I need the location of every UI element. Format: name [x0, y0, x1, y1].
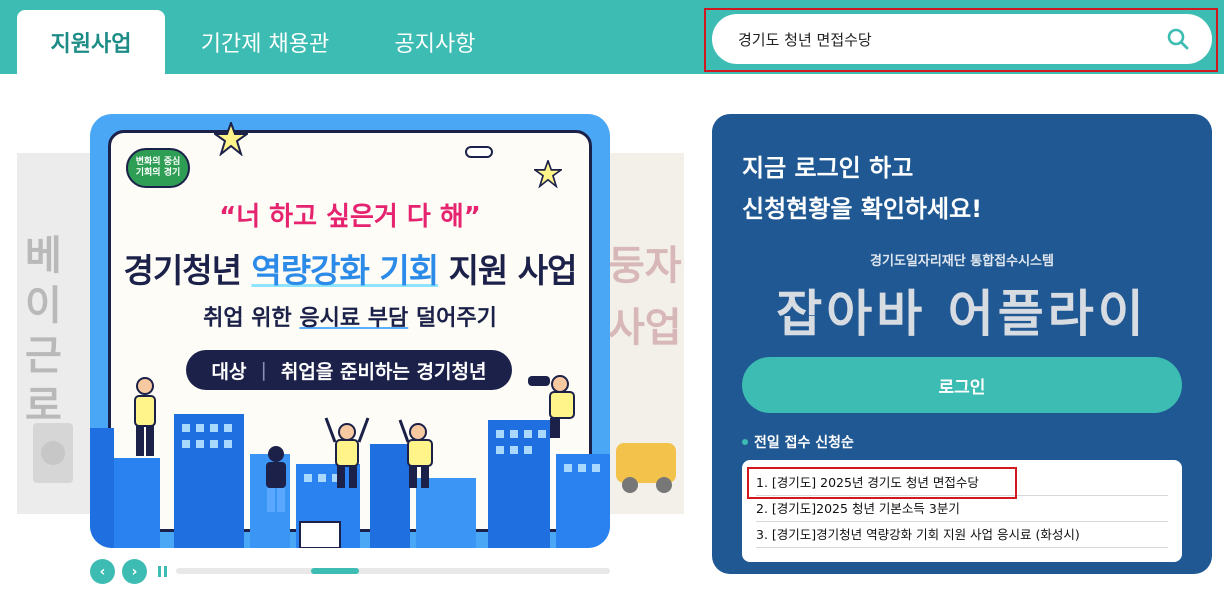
ranking-item-3[interactable]: 3. [경기도]경기청년 역량강화 기회 지원 사업 응시료 (화성시)	[756, 522, 1168, 548]
login-button[interactable]: 로그인	[742, 357, 1182, 413]
ranking-title: 전일 접수 신청순	[742, 432, 854, 452]
next-slide-text: 둥자 사업	[608, 243, 682, 351]
sparkle-icon	[214, 122, 248, 156]
banner-subtitle: 취업 위한 응시료 부담 덜어주기	[90, 300, 610, 332]
banner-quote: “너 하고 싶은거 다 해”	[219, 202, 481, 232]
ranking-item-2[interactable]: 2. [경기도]2025 청년 기본소득 3분기	[756, 496, 1168, 522]
tab-support-programs[interactable]: 지원사업	[17, 10, 165, 74]
login-panel: 지금 로그인 하고 신청현황을 확인하세요! 경기도일자리재단 통합접수시스템 …	[712, 114, 1212, 574]
target-label: 대상	[211, 360, 247, 383]
tab-fixed-term-jobs[interactable]: 기간제 채용관	[180, 10, 350, 74]
system-name-logo: 잡아바 어플라이	[776, 285, 1148, 343]
prev-slide-text: 베이 근로	[25, 233, 62, 429]
target-separator: |	[260, 359, 267, 381]
login-heading: 지금 로그인 하고 신청현황을 확인하세요!	[742, 148, 982, 230]
person-figure-icon	[134, 377, 156, 456]
person-figure-icon	[324, 417, 370, 488]
carousel-progress-track[interactable]	[176, 568, 610, 574]
person-figure-icon	[398, 419, 433, 488]
search-input[interactable]	[738, 30, 1148, 48]
banner-title-suffix: 지원 사업	[438, 251, 578, 290]
banner-title-highlight: 역량강화 기회	[251, 251, 439, 290]
banner-title: 경기청년 역량강화 기회 지원 사업	[90, 244, 610, 292]
ranking-item-highlight-box	[747, 467, 1017, 499]
carousel-pause-button[interactable]	[154, 562, 170, 580]
prev-slide-illustration	[33, 423, 73, 483]
target-value: 취업을 준비하는 경기청년	[280, 360, 487, 383]
carousel-prev-slide-peek[interactable]: 베이 근로	[17, 153, 97, 514]
next-slide-illustration	[616, 443, 676, 493]
tab-notices[interactable]: 공지사항	[370, 10, 500, 74]
banner-target-pill: 대상 | 취업을 준비하는 경기청년	[186, 350, 512, 390]
carousel-progress-indicator	[311, 568, 359, 574]
main-banner-slide[interactable]: 변화의 중심 기회의 경기 “너 하고 싶은거 다 해” 경기청년 역량강화 기…	[90, 114, 610, 548]
banner-subtitle-suffix: 덜어주기	[408, 306, 497, 331]
carousel-prev-button[interactable]: ‹	[90, 559, 115, 584]
search-icon[interactable]	[1166, 27, 1190, 51]
carousel-next-slide-peek[interactable]: 둥자 사업	[604, 153, 684, 514]
banner-title-prefix: 경기청년	[123, 251, 252, 290]
system-caption: 경기도일자리재단 통합접수시스템	[870, 254, 1054, 269]
ranking-title-text: 전일 접수 신청순	[754, 435, 854, 451]
banner-subtitle-prefix: 취업 위한	[203, 306, 300, 331]
carousel-next-button[interactable]: ›	[122, 559, 147, 584]
person-figure-icon	[266, 446, 286, 512]
org-logo-badge: 변화의 중심 기회의 경기	[126, 148, 190, 188]
bullet-dot-icon	[742, 439, 748, 445]
search-bar	[712, 14, 1212, 64]
login-heading-line1: 지금 로그인 하고	[742, 154, 914, 182]
sparkle-icon	[534, 160, 562, 188]
login-heading-line2: 신청현황을 확인하세요!	[742, 195, 983, 223]
person-with-binoculars-icon	[528, 375, 575, 438]
cloud-icon	[465, 146, 493, 158]
banner-subtitle-underline: 응시료 부담	[299, 306, 409, 331]
